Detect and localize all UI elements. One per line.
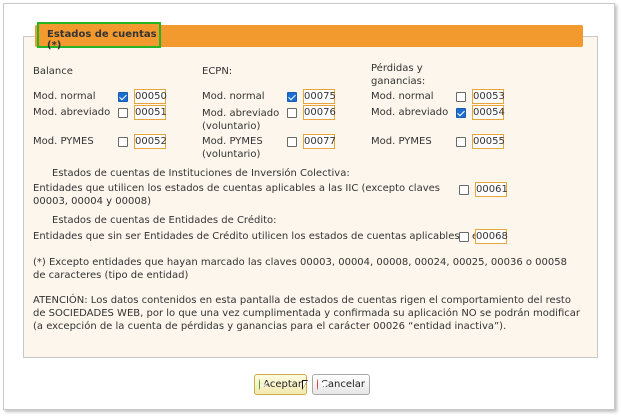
perdidas-row-label: Mod. PYMES — [371, 136, 432, 147]
ecpn-normal-checkbox[interactable] — [287, 92, 297, 102]
ecpn-pymes-checkbox[interactable] — [287, 137, 297, 147]
balance-abreviado-checkbox[interactable] — [118, 108, 128, 118]
perdidas-row-label: Mod. abreviado — [371, 107, 449, 118]
perdidas-row-label: Mod. normal — [371, 91, 434, 102]
perdidas-normal-checkbox[interactable] — [456, 92, 466, 102]
check-icon — [259, 379, 261, 390]
column-header-ecpn: ECPN: — [202, 66, 233, 77]
balance-row-label: Mod. normal — [33, 91, 96, 102]
credito-heading: Estados de cuentas de Entidades de Crédi… — [52, 215, 277, 226]
panel-title: Estados de cuentas (*) — [37, 22, 161, 51]
balance-normal-checkbox[interactable] — [118, 92, 128, 102]
perdidas-pymes-checkbox[interactable] — [456, 137, 466, 147]
iic-code: 00061 — [475, 182, 508, 197]
credito-checkbox[interactable] — [459, 232, 469, 242]
column-header-balance: Balance — [33, 66, 73, 77]
ecpn-row-label: Mod. PYMES (voluntario) — [202, 136, 263, 160]
ecpn-abreviado-code: 00076 — [303, 105, 336, 120]
cancel-icon — [317, 379, 318, 390]
iic-label: Entidades que utilicen los estados de cu… — [33, 183, 440, 207]
ecpn-pymes-code: 00077 — [303, 134, 336, 149]
iic-checkbox[interactable] — [459, 185, 469, 195]
perdidas-pymes-code: 00055 — [472, 134, 505, 149]
cancel-button[interactable]: Cancelar — [312, 374, 370, 395]
credito-label: Entidades que sin ser Entidades de Crédi… — [33, 231, 499, 242]
balance-row-label: Mod. PYMES — [33, 136, 94, 147]
footnote: (*) Excepto entidades que hayan marcado … — [33, 257, 567, 281]
balance-pymes-checkbox[interactable] — [118, 137, 128, 147]
ecpn-normal-code: 00075 — [303, 89, 336, 104]
balance-pymes-code: 00052 — [134, 134, 167, 149]
balance-row-label: Mod. abreviado — [33, 107, 111, 118]
credito-code: 00068 — [475, 229, 508, 244]
balance-abreviado-code: 00051 — [134, 105, 167, 120]
ecpn-abreviado-checkbox[interactable] — [287, 108, 297, 118]
perdidas-abreviado-code: 00054 — [472, 105, 505, 120]
mouse-cursor-icon — [302, 380, 308, 390]
accept-button-label: Aceptar — [263, 379, 302, 390]
perdidas-abreviado-checkbox[interactable] — [456, 108, 466, 118]
perdidas-normal-code: 00053 — [472, 89, 505, 104]
cancel-button-label: Cancelar — [320, 379, 365, 390]
ecpn-row-label: Mod. normal — [202, 91, 265, 102]
accept-button[interactable]: Aceptar — [254, 374, 307, 395]
iic-heading: Estados de cuentas de Instituciones de I… — [52, 168, 350, 179]
ecpn-row-label: Mod. abreviado (voluntario) — [202, 108, 280, 132]
column-header-perdidas: Pérdidas y ganancias: — [371, 63, 426, 87]
balance-normal-code: 00050 — [134, 89, 167, 104]
warning-text: ATENCIÓN: Los datos contenidos en esta p… — [33, 295, 580, 332]
